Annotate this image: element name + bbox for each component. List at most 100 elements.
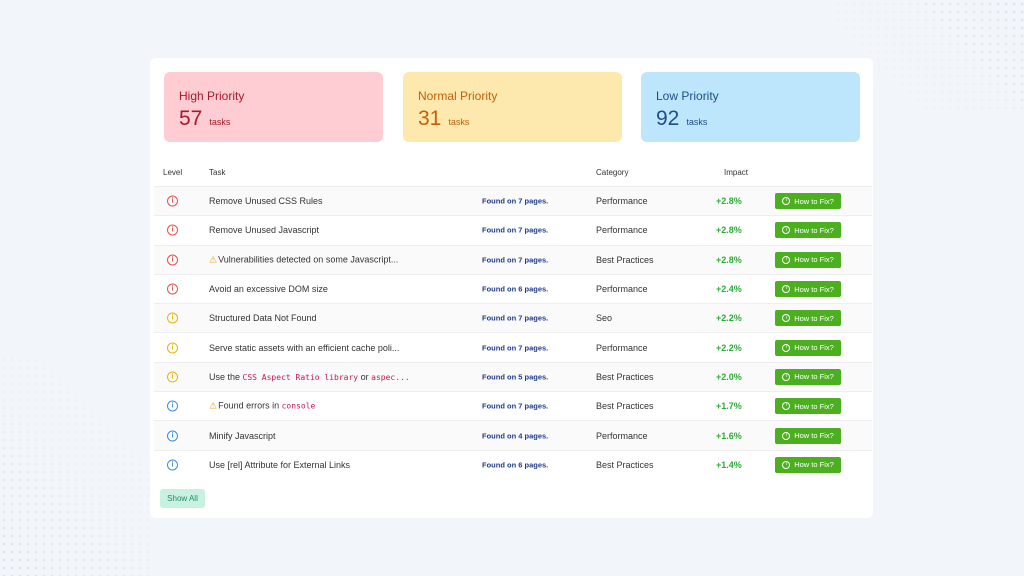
card-title: High Priority	[179, 89, 245, 103]
low-priority-icon: i	[167, 430, 178, 442]
warning-icon: ⚠	[209, 400, 218, 411]
how-to-fix-button[interactable]: i How to Fix?	[775, 193, 841, 210]
table-row[interactable]: i Use the CSS Aspect Ratio library or asp…	[154, 361, 872, 392]
impact-value: +2.8%	[716, 225, 742, 236]
how-to-fix-button[interactable]: i How to Fix?	[775, 456, 841, 473]
code-snippet: CSS Aspect Ratio library	[242, 372, 359, 382]
impact-value: +2.2%	[716, 313, 742, 324]
code-snippet: aspec...	[371, 372, 410, 382]
found-pages-link[interactable]: Found on 7 pages.	[482, 402, 548, 411]
found-pages-link[interactable]: Found on 7 pages.	[482, 226, 548, 235]
task-text: Minify Javascript	[209, 430, 276, 441]
table-row[interactable]: i ⚠Found errors in console Found on 7 page…	[154, 391, 872, 420]
how-to-fix-label: How to Fix?	[794, 372, 834, 382]
high-priority-icon: i	[167, 195, 178, 207]
category-label: Best Practices	[596, 254, 654, 265]
task-text: Structured Data Not Found	[209, 313, 317, 324]
found-pages-link[interactable]: Found on 6 pages.	[482, 460, 548, 469]
table-row[interactable]: i Minify Javascript Found on 4 pages. Perfo…	[154, 420, 872, 450]
task-name: Remove Unused CSS Rules	[209, 196, 323, 206]
how-to-fix-button[interactable]: i How to Fix?	[775, 310, 841, 327]
table-row[interactable]: i Structured Data Not Found Found on 7 pag…	[154, 303, 872, 333]
found-pages-link[interactable]: Found on 4 pages.	[482, 431, 548, 440]
impact-value: +2.4%	[716, 284, 742, 295]
task-name: Serve static assets with an efficient ca…	[209, 343, 399, 353]
table-row[interactable]: i Remove Unused CSS Rules Found on 7 pages…	[154, 186, 872, 216]
low-priority-icon: i	[167, 459, 178, 471]
task-text: Use [rel] Attribute for External Links	[209, 459, 351, 470]
header-task: Task	[209, 168, 226, 177]
low-priority-card[interactable]: Low Priority 92 tasks	[641, 72, 860, 142]
normal-priority-icon: i	[167, 312, 178, 324]
how-to-fix-label: How to Fix?	[794, 255, 834, 265]
card-count: 57	[179, 107, 203, 130]
how-to-fix-label: How to Fix?	[794, 401, 834, 411]
how-to-fix-label: How to Fix?	[794, 460, 834, 470]
found-pages-link[interactable]: Found on 7 pages.	[482, 343, 548, 352]
table-row[interactable]: i Use [rel] Attribute for External Links F…	[154, 449, 872, 479]
info-icon: i	[782, 460, 791, 469]
card-unit: tasks	[686, 117, 708, 127]
table-row[interactable]: i Serve static assets with an efficient c…	[154, 332, 872, 361]
info-icon: i	[782, 372, 791, 381]
impact-value: +1.6%	[716, 430, 742, 441]
normal-priority-card[interactable]: Normal Priority 31 tasks	[403, 72, 622, 142]
low-priority-icon: i	[167, 400, 178, 412]
task-text: Remove Unused Javascript	[209, 225, 320, 236]
how-to-fix-button[interactable]: i How to Fix?	[775, 427, 841, 444]
tasks-panel: High Priority 57 tasks Normal Priority 3…	[150, 58, 873, 518]
header-category: Category	[596, 168, 629, 177]
table-row[interactable]: i Remove Unused Javascript Found on 7 page…	[154, 215, 872, 244]
task-text: Use the	[209, 371, 243, 382]
found-pages-link[interactable]: Found on 7 pages.	[482, 255, 548, 264]
impact-value: +2.8%	[716, 196, 742, 207]
task-text: Serve static assets with an efficient ca…	[209, 342, 400, 353]
task-text: Remove Unused CSS Rules	[209, 196, 323, 207]
warning-icon: ⚠	[209, 254, 218, 265]
table-header: Level Task Category Impact	[150, 160, 873, 186]
tasks-table-body: i Remove Unused CSS Rules Found on 7 pages…	[154, 186, 872, 479]
impact-value: +2.8%	[716, 254, 742, 265]
table-row[interactable]: i Avoid an excessive DOM size Found on 6 p…	[154, 273, 872, 303]
how-to-fix-button[interactable]: i How to Fix?	[775, 339, 841, 356]
how-to-fix-button[interactable]: i How to Fix?	[775, 368, 841, 385]
category-label: Best Practices	[596, 401, 654, 412]
category-label: Performance	[596, 342, 648, 353]
normal-priority-icon: i	[167, 371, 178, 383]
impact-value: +2.2%	[716, 342, 742, 353]
table-row[interactable]: i ⚠Vulnerabilities detected on some Javas…	[154, 244, 872, 274]
card-unit: tasks	[209, 117, 231, 127]
show-all-button[interactable]: Show All	[160, 489, 205, 508]
how-to-fix-button[interactable]: i How to Fix?	[775, 251, 841, 268]
high-priority-card[interactable]: High Priority 57 tasks	[164, 72, 383, 142]
how-to-fix-label: How to Fix?	[794, 343, 834, 353]
task-name: Remove Unused Javascript	[209, 225, 319, 235]
how-to-fix-button[interactable]: i How to Fix?	[775, 281, 841, 298]
impact-value: +2.0%	[716, 371, 742, 382]
high-priority-icon: i	[167, 224, 178, 236]
category-label: Performance	[596, 196, 648, 207]
task-name: Minify Javascript	[209, 431, 276, 441]
task-name: Use the CSS Aspect Ratio library or aspe…	[209, 372, 410, 382]
impact-value: +1.4%	[716, 459, 742, 470]
category-label: Seo	[596, 313, 613, 324]
how-to-fix-label: How to Fix?	[794, 313, 834, 323]
found-pages-link[interactable]: Found on 7 pages.	[482, 197, 548, 206]
task-name: Use [rel] Attribute for External Links	[209, 460, 350, 470]
found-pages-link[interactable]: Found on 6 pages.	[482, 285, 548, 294]
task-text: Vulnerabilities detected on some Javascr…	[218, 254, 399, 265]
found-pages-link[interactable]: Found on 5 pages.	[482, 372, 548, 381]
found-pages-link[interactable]: Found on 7 pages.	[482, 314, 548, 323]
how-to-fix-label: How to Fix?	[794, 431, 834, 441]
high-priority-icon: i	[167, 254, 178, 266]
how-to-fix-button[interactable]: i How to Fix?	[775, 398, 841, 415]
code-snippet: console	[281, 401, 316, 411]
priority-summary: High Priority 57 tasks Normal Priority 3…	[164, 72, 860, 142]
card-unit: tasks	[448, 117, 470, 127]
card-title: Low Priority	[656, 89, 719, 103]
impact-value: +1.7%	[716, 401, 742, 412]
category-label: Performance	[596, 430, 648, 441]
background-dot-pattern	[0, 356, 150, 576]
category-label: Performance	[596, 225, 648, 236]
how-to-fix-button[interactable]: i How to Fix?	[775, 222, 841, 239]
